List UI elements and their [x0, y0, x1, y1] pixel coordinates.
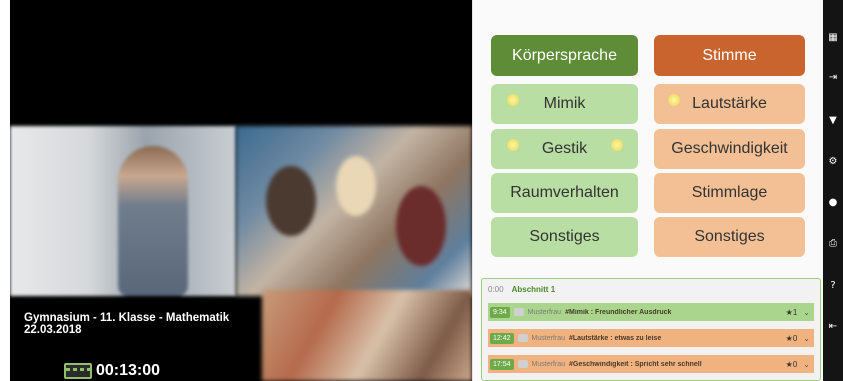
- video-caption: Gymnasium - 11. Klasse - Mathematik 22.0…: [24, 312, 229, 336]
- video-frame-students: [262, 290, 472, 381]
- tag-button-sonstiges-body[interactable]: Sonstiges: [491, 217, 638, 257]
- star-rating[interactable]: ★0: [786, 360, 798, 369]
- entry-text: #Mimik : Freundlicher Ausdruck: [565, 308, 672, 316]
- tag-label: Geschwindigkeit: [671, 140, 788, 157]
- export-icon[interactable]: ⇥: [827, 72, 839, 84]
- chevron-down-icon[interactable]: ⌄: [803, 334, 810, 343]
- marker-dot-icon: [611, 139, 623, 151]
- print-icon[interactable]: ⎙: [827, 238, 839, 250]
- star-rating[interactable]: ★1: [786, 308, 798, 317]
- avatar-icon: [517, 334, 528, 342]
- log-section-header[interactable]: 0:00 Abschnitt 1: [488, 285, 555, 294]
- timer-value: 00:13:00: [96, 362, 161, 379]
- video-frame-classroom: [236, 126, 472, 296]
- log-entry[interactable]: 17:54 Musterfrau #Geschwindigkeit : Spri…: [488, 355, 814, 373]
- teacher-figure: [118, 146, 188, 296]
- tag-button-mimik[interactable]: Mimik: [491, 84, 638, 124]
- chevron-down-icon[interactable]: ⌄: [803, 360, 810, 369]
- grid-icon[interactable]: ▦: [827, 32, 839, 44]
- avatar-icon: [513, 308, 524, 316]
- category-header-label: Stimme: [702, 46, 757, 64]
- tag-button-gestik[interactable]: Gestik: [491, 129, 638, 169]
- tag-button-sonstiges-voice[interactable]: Sonstiges: [654, 217, 805, 257]
- video-timer: 00:13:00: [64, 362, 160, 380]
- tag-label: Mimik: [543, 95, 586, 112]
- tag-button-lautstaerke[interactable]: Lautstärke: [654, 84, 805, 124]
- video-player[interactable]: Gymnasium - 11. Klasse - Mathematik 22.0…: [10, 0, 472, 381]
- right-toolbar: ▦ ⇥ ▼ ⚙ ● ⎙ ? ⇤: [823, 0, 843, 381]
- star-rating[interactable]: ★0: [786, 334, 798, 343]
- tag-button-geschwindigkeit[interactable]: Geschwindigkeit: [654, 129, 805, 169]
- logout-icon[interactable]: ⇤: [827, 321, 839, 333]
- marker-dot-icon: [507, 139, 519, 151]
- entry-text: #Lautstärke : etwas zu leise: [569, 334, 662, 342]
- entry-author: Musterfrau: [531, 334, 565, 342]
- observation-panel: Körpersprache Stimme Mimik Gestik Raumve…: [472, 0, 823, 381]
- entry-time[interactable]: 9:34: [490, 306, 510, 318]
- entry-time[interactable]: 12:42: [490, 332, 514, 344]
- tag-label: Lautstärke: [692, 95, 767, 112]
- section-time: 0:00: [488, 285, 504, 294]
- tag-label: Gestik: [541, 140, 588, 157]
- log-entry[interactable]: 9:34 Musterfrau #Mimik : Freundlicher Au…: [488, 303, 814, 321]
- filter-icon[interactable]: ▼: [827, 115, 839, 127]
- tag-label: Stimmlage: [691, 184, 768, 201]
- category-header-label: Körpersprache: [512, 46, 617, 64]
- chevron-down-icon[interactable]: ⌄: [803, 308, 810, 317]
- section-name: Abschnitt 1: [511, 285, 556, 294]
- video-caption-date: 22.03.2018: [24, 324, 82, 336]
- video-caption-title: Gymnasium - 11. Klasse - Mathematik: [24, 312, 230, 324]
- marker-dot-icon: [668, 94, 680, 106]
- user-icon[interactable]: ●: [827, 197, 839, 209]
- annotation-log[interactable]: 0:00 Abschnitt 1 9:34 Musterfrau #Mimik …: [481, 278, 821, 381]
- marker-dot-icon: [507, 94, 519, 106]
- entry-time[interactable]: 17:54: [490, 358, 514, 370]
- clapperboard-icon: [64, 363, 92, 379]
- settings-icon[interactable]: ⚙: [827, 156, 839, 168]
- category-header-voice[interactable]: Stimme: [654, 35, 805, 76]
- tag-label: Raumverhalten: [510, 184, 619, 201]
- log-entry[interactable]: 12:42 Musterfrau #Lautstärke : etwas zu …: [488, 329, 814, 347]
- entry-author: Musterfrau: [531, 360, 565, 368]
- tag-label: Sonstiges: [529, 228, 600, 245]
- tag-button-stimmlage[interactable]: Stimmlage: [654, 173, 805, 213]
- tag-label: Sonstiges: [694, 228, 765, 245]
- entry-text: #Geschwindigkeit : Spricht sehr schnell: [569, 360, 702, 368]
- help-icon[interactable]: ?: [827, 280, 839, 292]
- tag-button-raumverhalten[interactable]: Raumverhalten: [491, 173, 638, 213]
- video-frame-teacher: [10, 126, 236, 296]
- entry-author: Musterfrau: [527, 308, 562, 316]
- avatar-icon: [517, 360, 528, 368]
- category-header-body-language[interactable]: Körpersprache: [491, 35, 638, 76]
